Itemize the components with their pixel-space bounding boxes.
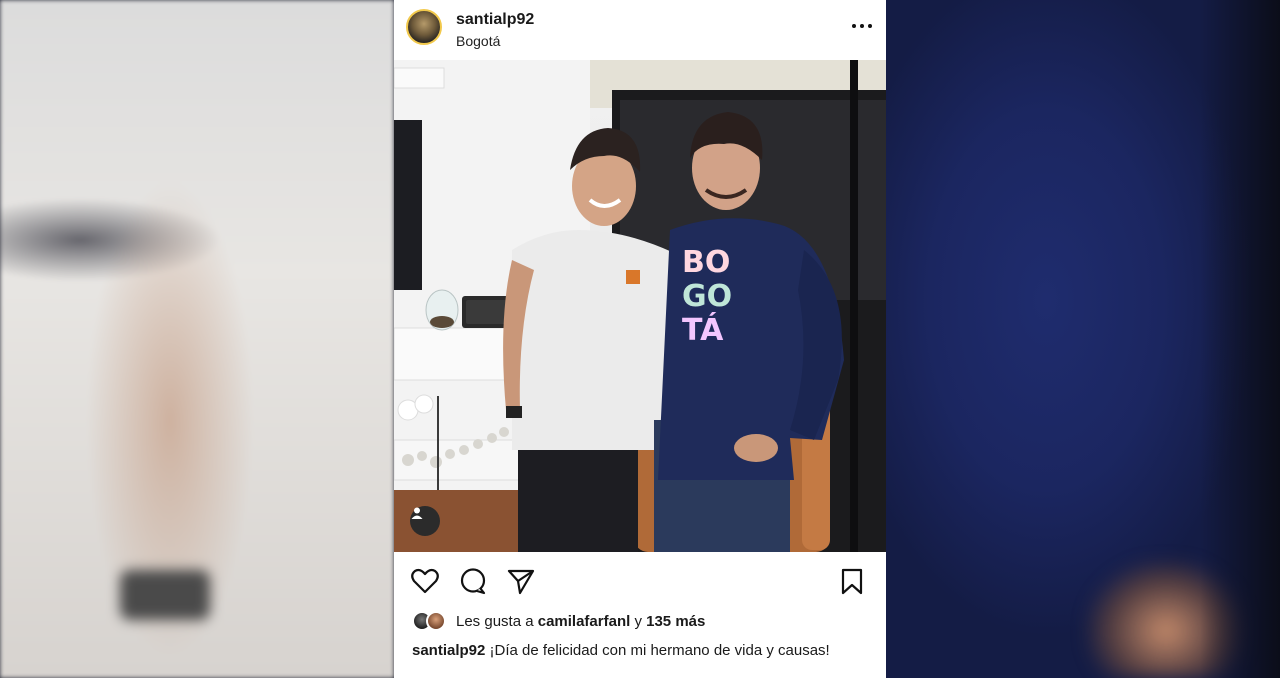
svg-text:GO: GO [682,279,732,314]
hand-right [734,434,778,462]
upper-shelf [394,67,445,89]
liker-avatar [426,611,446,631]
likes-prefix: Les gusta a [456,612,534,630]
blurred-watch [120,570,210,620]
likes-count[interactable]: 135 más [646,613,705,630]
instagram-post: santialp92 Bogotá BO GO TÁ Les gusta a c… [394,0,886,678]
bookmark-icon[interactable] [837,566,867,596]
background-left-blur [0,0,394,678]
heart-icon[interactable] [410,566,440,596]
caption-text: ¡Día de felicidad con mi hermano de vida… [489,642,830,659]
post-photo[interactable]: BO GO TÁ [394,60,886,552]
svg-text:TÁ: TÁ [682,312,724,348]
post-actions [394,560,886,604]
wristwatch [506,406,522,418]
profile-avatar[interactable] [406,9,442,45]
caption-username[interactable]: santialp92 [412,642,485,659]
post-header: santialp92 Bogotá [394,0,886,60]
likes-connector: y [634,612,642,630]
tv-screen [394,120,422,290]
post-username[interactable]: santialp92 [456,11,534,29]
comment-icon[interactable] [458,566,488,596]
liker-username[interactable]: camilafarfanl [538,613,631,630]
shirt-patch [626,270,640,284]
share-icon[interactable] [506,566,536,596]
liker-avatars[interactable] [412,610,450,632]
white-tshirt [512,230,674,450]
window-frame [850,60,858,552]
photo-illustration: BO GO TÁ [394,60,886,552]
user-tag-icon[interactable] [410,506,440,536]
dark-edge [1200,0,1280,678]
background-right-blur [886,0,1280,678]
likes-line: Les gusta a camilafarfanl y 135 más [412,610,705,632]
post-location[interactable]: Bogotá [456,33,500,49]
post-caption: santialp92 ¡Día de felicidad con mi herm… [412,641,852,660]
sweater-lettering: BO [682,245,730,280]
jeans-left [518,440,638,552]
more-options-icon[interactable] [852,24,872,30]
